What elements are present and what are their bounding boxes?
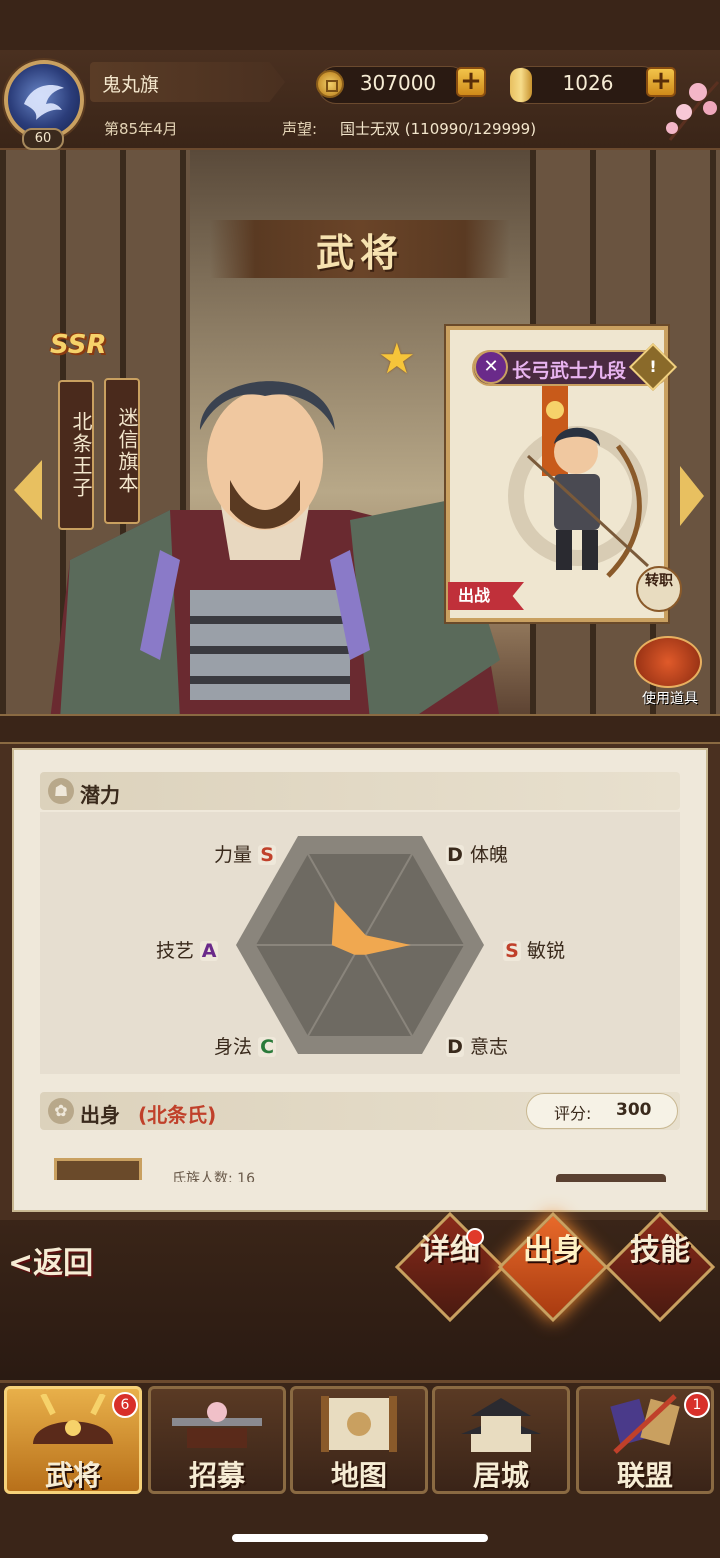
skill-tab-label: 技能 [630,1233,690,1268]
reputation-value: 国士无双 (110990/129999) [340,120,537,138]
origin-tab-label: 出身 [523,1233,583,1268]
home-bar-area [0,1498,720,1558]
game-date: 第85年4月 [104,120,178,138]
stat-strength: 力量 S [214,840,277,867]
job-change-button[interactable]: 转职 [636,566,682,612]
notification-dot [466,1228,484,1246]
general-badge: 6 [112,1392,138,1418]
flower-crest-icon: ✿ [48,1098,74,1124]
nav-recruit-label: 招募 [188,1459,245,1492]
origin-slot [556,1174,666,1182]
score-value: 300 [616,1100,652,1120]
nav-general-label: 武将 [44,1459,101,1492]
origin-family: (北条氏) [138,1103,217,1127]
rice-bale-icon [510,68,532,102]
stat-physique: D 体魄 [446,840,508,867]
use-item-button[interactable] [634,636,702,688]
samurai-helmet-icon [33,1394,113,1444]
archer-chibi-sprite [508,386,650,578]
score-tag [526,1093,678,1129]
stat-agility: 身法 C [214,1032,277,1059]
bow-class-icon: ✕ [474,350,508,384]
stat-grade: A [200,940,219,962]
nav-castle-label: 居城 [472,1459,529,1492]
use-item-label: 使用道具 [642,691,698,707]
rarity-badge: SSR [50,330,107,360]
potential-section-header [40,772,680,810]
deploy-tag: 出战 [448,582,524,610]
general-portrait [50,381,500,720]
previous-general-arrow-icon[interactable] [14,460,42,520]
next-general-arrow-icon[interactable] [680,466,704,526]
scroll-map-icon [321,1396,397,1452]
coin-amount: 307000 [359,71,437,95]
crest-bird-icon [24,85,64,120]
page-title: 武将 [315,231,404,275]
stat-label: 身法 [214,1036,253,1058]
stat-grade: D [446,844,464,866]
add-coins-button[interactable]: + [456,67,486,97]
cherry-blossom-icon [666,80,720,141]
stat-label: 意志 [470,1036,509,1058]
nav-alliance-label: 联盟 [616,1459,673,1492]
class-name: 长弓武士九段 [512,360,627,382]
stat-skill: 技艺 A [156,936,219,963]
stat-label: 敏锐 [527,940,566,962]
castle-icon [461,1398,541,1452]
stat-grade: C [258,1037,277,1057]
coin-icon [316,70,344,98]
origin-title: 出身 [80,1103,120,1127]
status-bar [0,0,720,50]
detail-tab-label: 详细 [420,1233,480,1268]
katana-icon [172,1402,262,1448]
player-level: 60 [22,128,64,150]
stat-acuity: S 敏锐 [503,936,565,963]
stat-label: 力量 [214,844,253,866]
clan-crest-thumbnail[interactable] [54,1158,142,1180]
alliance-flags-icon [610,1394,680,1454]
stat-grade: D [446,1036,464,1058]
back-label: <返回 [8,1246,94,1281]
rice-amount: 1026 [562,71,614,95]
potential-title: 潜力 [80,783,120,807]
section-divider [0,714,720,744]
figure-icon: ☗ [48,778,74,804]
alliance-badge: 1 [684,1392,710,1418]
stat-grade: S [503,941,521,961]
clan-member-count: 氏族人数: 16 [172,1171,255,1182]
stat-grade: S [258,845,277,865]
nav-map-label: 地图 [330,1459,387,1492]
stat-will: D 意志 [446,1032,508,1059]
score-label: 评分: [554,1104,592,1123]
stat-label: 体魄 [470,844,509,866]
stat-label: 技艺 [156,940,195,962]
home-indicator[interactable] [232,1534,488,1542]
player-name: 鬼丸旗 [102,74,160,96]
reputation-label: 声望: [282,120,318,138]
